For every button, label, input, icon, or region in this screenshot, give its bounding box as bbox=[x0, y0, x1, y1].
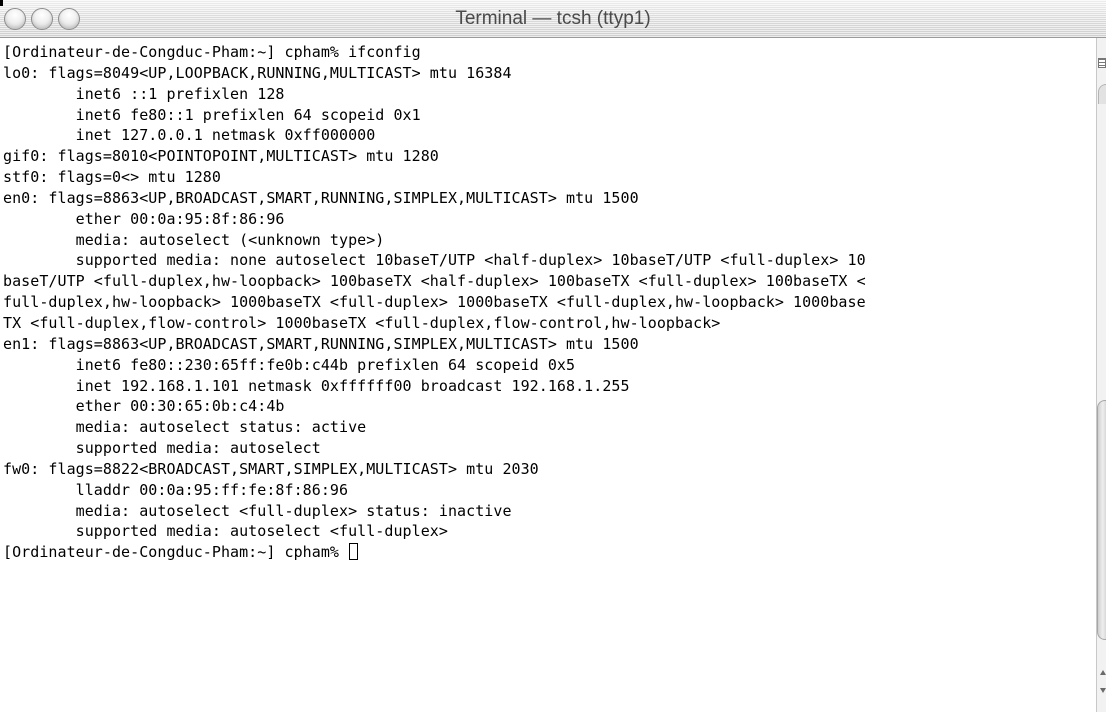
shell-prompt: [Ordinateur-de-Congduc-Pham:~] cpham% bbox=[3, 543, 349, 562]
terminal-line: lo0: flags=8049<UP,LOOPBACK,RUNNING,MULT… bbox=[3, 63, 512, 82]
terminal-line: en1: flags=8863<UP,BROADCAST,SMART,RUNNI… bbox=[3, 334, 639, 353]
terminal-line: inet 127.0.0.1 netmask 0xff000000 bbox=[3, 126, 376, 145]
terminal-line: media: autoselect status: active bbox=[3, 418, 367, 437]
prompt-line[interactable]: [Ordinateur-de-Congduc-Pham:~] cpham% bbox=[3, 542, 1096, 563]
terminal-line: baseT/UTP <full-duplex,hw-loopback> 100b… bbox=[3, 272, 866, 291]
terminal-line: ether 00:0a:95:8f:86:96 bbox=[3, 209, 285, 228]
title-bar[interactable]: Terminal — tcsh (ttyp1) bbox=[0, 0, 1106, 38]
terminal-line: supported media: autoselect bbox=[3, 439, 321, 458]
scroll-down-arrow-icon[interactable] bbox=[1100, 688, 1106, 693]
terminal-line: supported media: none autoselect 10baseT… bbox=[3, 251, 866, 270]
terminal-window: Terminal — tcsh (ttyp1) [Ordinateur-de-C… bbox=[0, 0, 1106, 712]
terminal-line: media: autoselect (<unknown type>) bbox=[3, 230, 385, 249]
terminal-line: inet 192.168.1.101 netmask 0xffffff00 br… bbox=[3, 376, 630, 395]
vertical-scrollbar[interactable] bbox=[1096, 38, 1106, 712]
terminal-line: ether 00:30:65:0b:c4:4b bbox=[3, 397, 285, 416]
terminal-line: gif0: flags=8010<POINTOPOINT,MULTICAST> … bbox=[3, 147, 439, 166]
scroll-track-cap bbox=[1098, 84, 1106, 104]
split-pane-icon[interactable] bbox=[1098, 58, 1106, 68]
scroll-thumb[interactable] bbox=[1097, 400, 1106, 640]
terminal-line: inet6 fe80::230:65ff:fe0b:c44b prefixlen… bbox=[3, 355, 576, 374]
terminal-line: TX <full-duplex,flow-control> 1000baseTX… bbox=[3, 313, 721, 332]
text-cursor bbox=[349, 543, 359, 561]
terminal-line: media: autoselect <full-duplex> status: … bbox=[3, 501, 512, 520]
terminal-line: [Ordinateur-de-Congduc-Pham:~] cpham% if… bbox=[3, 43, 421, 61]
terminal-line: fw0: flags=8822<BROADCAST,SMART,SIMPLEX,… bbox=[3, 459, 539, 478]
terminal-line: inet6 ::1 prefixlen 128 bbox=[3, 84, 285, 103]
terminal-line: supported media: autoselect <full-duplex… bbox=[3, 522, 448, 541]
terminal-output[interactable]: [Ordinateur-de-Congduc-Pham:~] cpham% if… bbox=[0, 38, 1096, 712]
terminal-line: lladdr 00:0a:95:ff:fe:8f:86:96 bbox=[3, 480, 349, 499]
scroll-up-arrow-icon[interactable] bbox=[1100, 670, 1106, 675]
window-title: Terminal — tcsh (ttyp1) bbox=[455, 8, 651, 29]
terminal-line: stf0: flags=0<> mtu 1280 bbox=[3, 168, 221, 187]
terminal-line: full-duplex,hw-loopback> 1000baseTX <ful… bbox=[3, 293, 866, 312]
terminal-line: inet6 fe80::1 prefixlen 64 scopeid 0x1 bbox=[3, 105, 421, 124]
terminal-line: en0: flags=8863<UP,BROADCAST,SMART,RUNNI… bbox=[3, 188, 639, 207]
